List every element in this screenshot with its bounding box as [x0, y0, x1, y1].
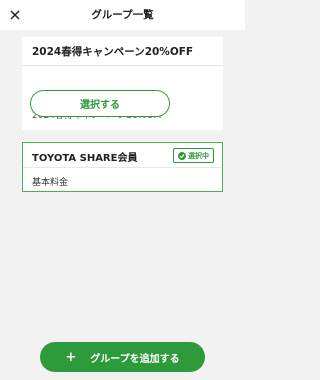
selected-badge: 選択中 — [173, 148, 214, 163]
header-bar: グループ一覧 — [0, 0, 245, 30]
badge-label: 選択中 — [188, 151, 209, 160]
group-title: 2024春得キャンペーン20%OFF — [32, 46, 194, 58]
group-subtitle: 基本料金 — [32, 178, 69, 188]
add-group-label: グループを追加する — [90, 353, 180, 365]
group-card-member[interactable]: TOYOTA SHARE会員 選択中 基本料金 — [22, 142, 223, 192]
page-title: グループ一覧 — [91, 9, 154, 21]
check-icon — [178, 151, 186, 160]
select-button[interactable]: 選択する — [30, 90, 170, 117]
divider — [22, 65, 223, 66]
divider — [23, 167, 222, 168]
add-group-button[interactable]: + グループを追加する — [40, 342, 205, 372]
plus-icon: + — [65, 349, 77, 365]
group-title: TOYOTA SHARE会員 — [32, 153, 138, 164]
